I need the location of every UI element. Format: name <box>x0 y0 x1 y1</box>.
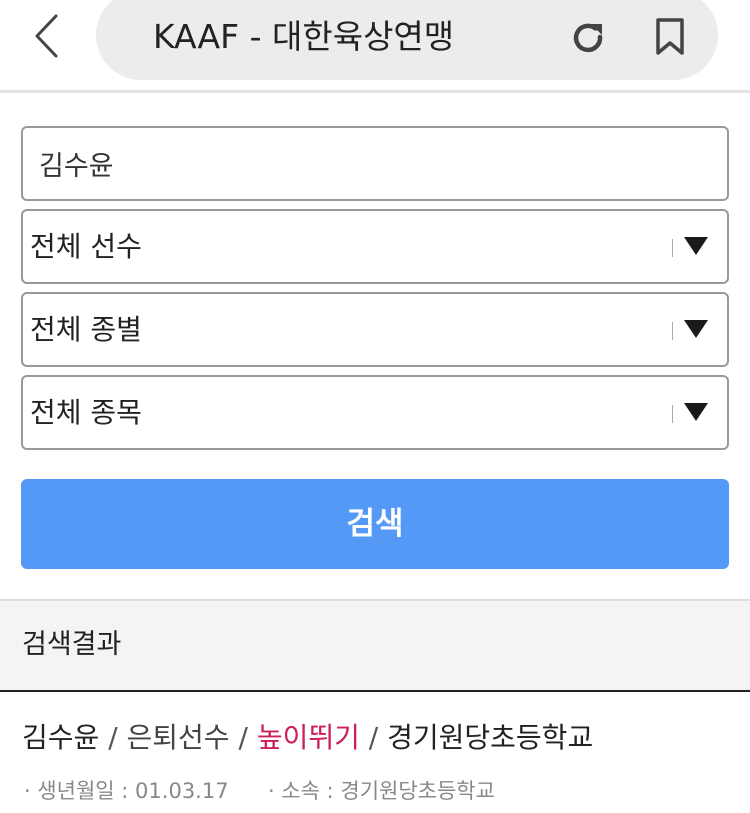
athlete-event: 높이뛰기 <box>256 721 360 754</box>
bookmark-button[interactable] <box>649 14 691 60</box>
search-form: 전체 선수 전체 종별 전체 종목 <box>21 126 729 458</box>
search-button[interactable]: 검색 <box>21 479 729 569</box>
birth-date: · 생년월일 : 01.03.17 <box>24 779 229 803</box>
gender-type-select[interactable]: 전체 종별 <box>21 292 729 367</box>
name-search-input[interactable] <box>23 128 727 199</box>
event-type-value: 전체 종목 <box>30 396 142 429</box>
results-title: 검색결과 <box>22 629 122 660</box>
dropdown-arrow-icon <box>684 320 708 338</box>
gender-type-value: 전체 종별 <box>30 313 142 346</box>
event-type-select[interactable]: 전체 종목 <box>21 375 729 450</box>
dropdown-arrow-icon <box>684 237 708 255</box>
reload-button[interactable] <box>568 16 610 60</box>
result-meta: · 생년월일 : 01.03.17 · 소속 : 경기원당초등학교 <box>24 776 495 806</box>
affiliation: · 소속 : 경기원당초등학교 <box>267 779 495 803</box>
separator: / <box>368 721 388 754</box>
results-header: 검색결과 <box>0 599 750 692</box>
bookmark-icon <box>656 18 684 55</box>
result-list-item[interactable]: 김수윤 / 은퇴선수 / 높이뛰기 / 경기원당초등학교 · 생년월일 : 01… <box>0 692 750 813</box>
athlete-name: 김수윤 <box>22 721 100 754</box>
address-bar[interactable]: KAAF - 대한육상연맹 <box>96 0 718 80</box>
back-button[interactable] <box>22 8 72 64</box>
browser-toolbar: KAAF - 대한육상연맹 <box>0 0 750 93</box>
player-type-value: 전체 선수 <box>30 230 142 263</box>
reload-icon <box>573 23 603 53</box>
athlete-school: 경기원당초등학교 <box>387 721 594 754</box>
player-type-select[interactable]: 전체 선수 <box>21 209 729 284</box>
page-title: KAAF - 대한육상연맹 <box>153 17 455 56</box>
result-summary: 김수윤 / 은퇴선수 / 높이뛰기 / 경기원당초등학교 <box>22 716 593 760</box>
select-divider <box>672 405 673 423</box>
name-field-wrapper <box>21 126 729 201</box>
separator: / <box>238 721 257 754</box>
athlete-status: 은퇴선수 <box>126 721 230 754</box>
select-divider <box>672 322 673 340</box>
chevron-left-icon <box>35 14 58 58</box>
separator: / <box>108 721 127 754</box>
select-divider <box>672 239 673 257</box>
dropdown-arrow-icon <box>684 403 708 421</box>
